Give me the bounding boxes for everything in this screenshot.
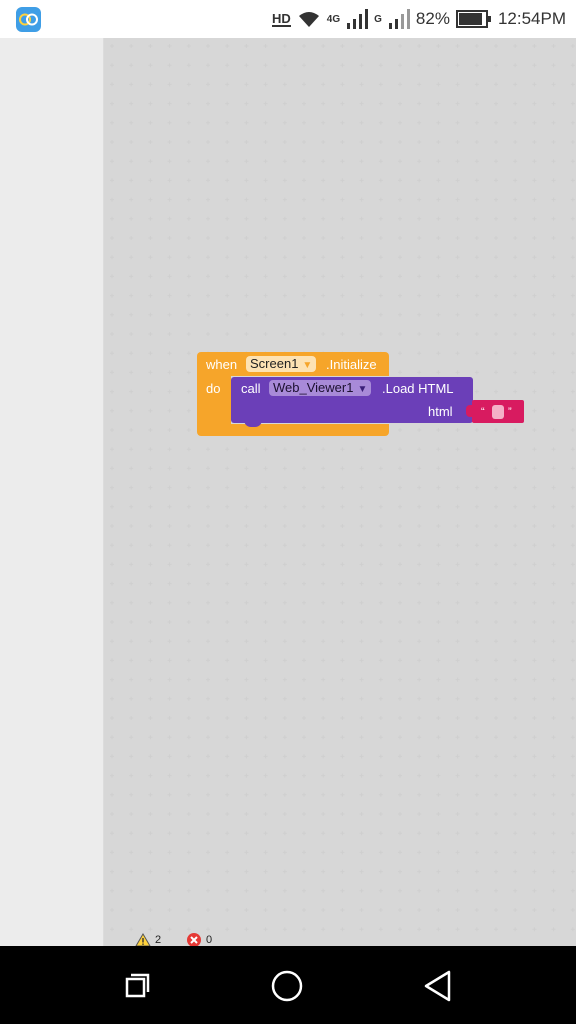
- close-quote: ”: [508, 406, 512, 418]
- battery-percent: 82%: [415, 9, 450, 28]
- chevron-down-icon: ▼: [302, 360, 313, 371]
- android-navigation-bar: [0, 946, 576, 1024]
- signal-strength-2-icon: [388, 9, 410, 29]
- blocks-drawer-sidebar[interactable]: [0, 38, 103, 946]
- clock-time: 12:54PM: [497, 9, 566, 28]
- event-block-footer[interactable]: [197, 424, 389, 436]
- screen-component-dropdown[interactable]: Screen1 ▼: [246, 356, 317, 372]
- text-string-field[interactable]: [492, 405, 504, 419]
- do-label: do: [206, 381, 221, 396]
- screen-component-name: Screen1: [250, 356, 299, 371]
- open-quote: “: [481, 406, 485, 418]
- network-4g-label: 4G: [326, 13, 341, 25]
- status-bar: HD 4G G 82% 12:54PM: [0, 0, 576, 38]
- workspace-grid: [110, 44, 575, 932]
- when-label: when: [206, 357, 238, 372]
- call-label: call: [241, 381, 261, 396]
- grid-crosshairs: [110, 44, 575, 932]
- method-name-label: .Load HTML: [382, 381, 454, 396]
- app-notification-icon: [16, 7, 41, 32]
- hd-badge: HD: [272, 10, 291, 27]
- webviewer-component-dropdown[interactable]: Web_Viewer1 ▼: [269, 380, 372, 396]
- battery-icon: [455, 10, 492, 28]
- wifi-icon: [297, 10, 321, 28]
- signal-strength-icon: [346, 9, 369, 29]
- back-triangle-icon[interactable]: [420, 966, 460, 1006]
- webviewer-component-name: Web_Viewer1: [273, 380, 354, 395]
- status-indicators: HD 4G G 82% 12:54PM: [272, 0, 566, 38]
- warnings-count: 2: [155, 934, 162, 946]
- event-name-label: .Initialize: [326, 357, 377, 372]
- recent-apps-square-icon[interactable]: [118, 966, 158, 1006]
- errors-count: 0: [206, 934, 213, 946]
- chevron-down-icon: ▼: [357, 384, 368, 395]
- warning-triangle-icon: [135, 933, 151, 947]
- network-g-label: G: [374, 13, 382, 25]
- html-param-label: html: [428, 404, 453, 419]
- home-circle-icon[interactable]: [268, 966, 308, 1006]
